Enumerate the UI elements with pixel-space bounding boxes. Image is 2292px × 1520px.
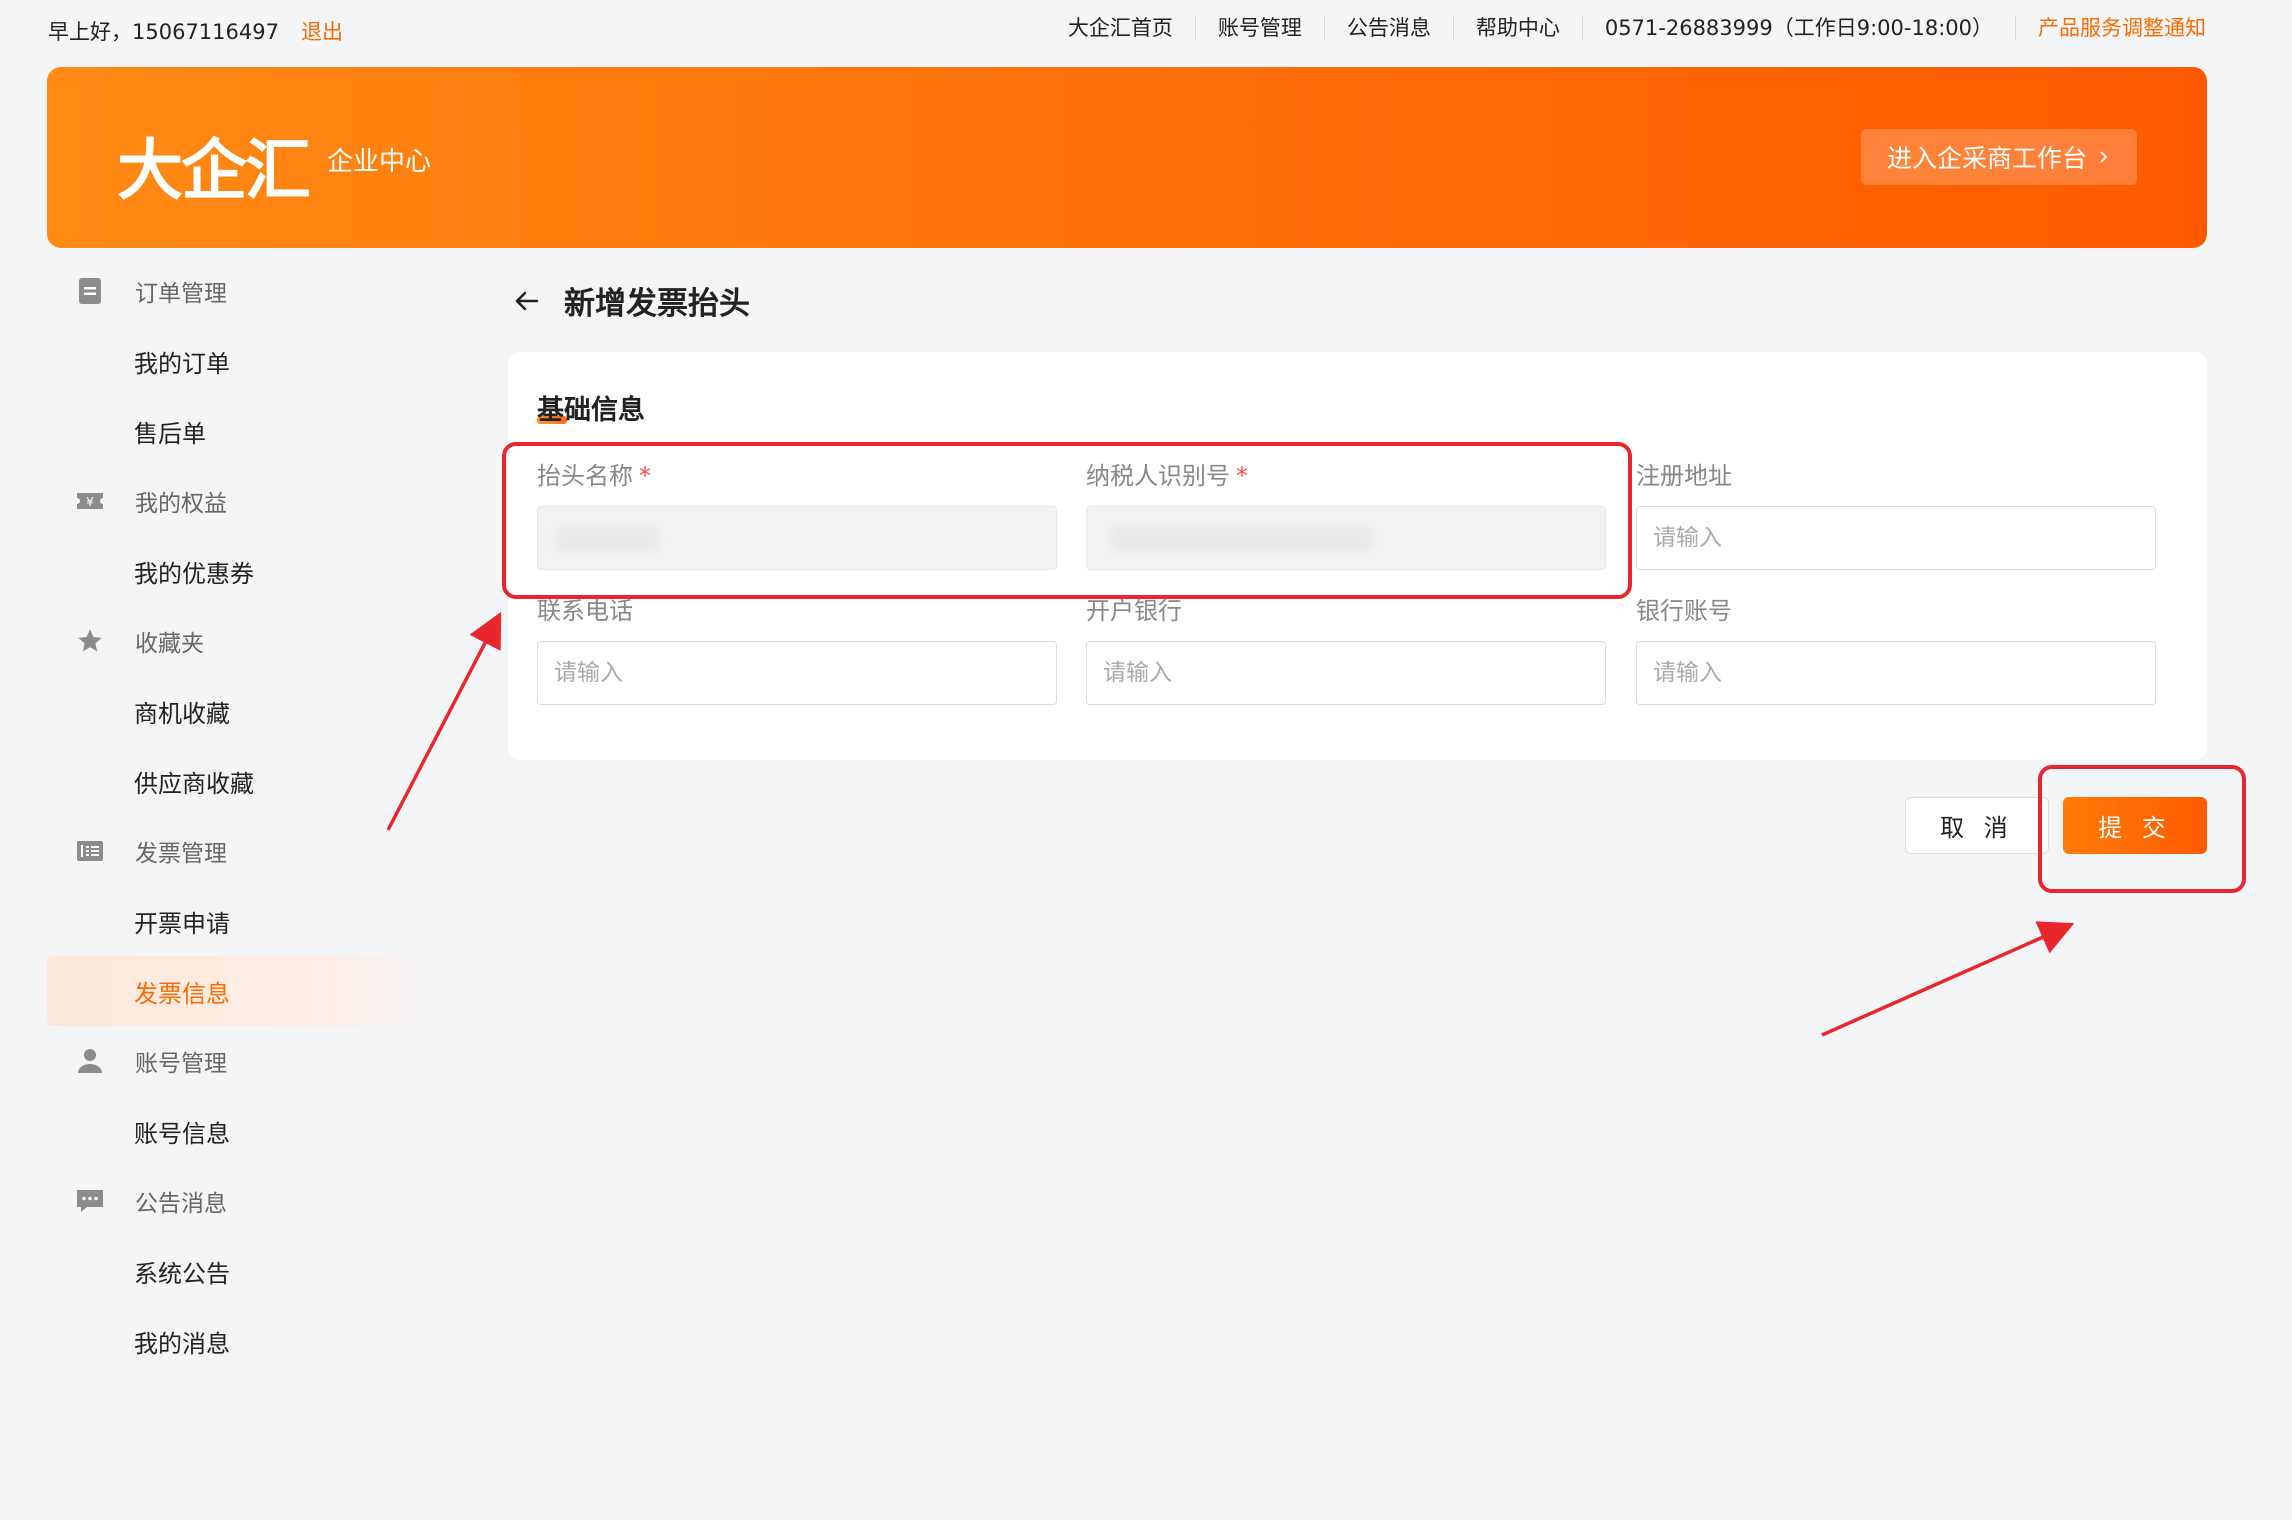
- svg-text:¥: ¥: [86, 495, 94, 509]
- sidebar-item-supplier-favorites[interactable]: 供应商收藏: [47, 746, 443, 816]
- form-card: 基础信息 抬头名称* 纳税人识别号* 注册地址 联系电话 开户银行 银行账号: [508, 352, 2207, 760]
- sidebar-group-label: 公告消息: [135, 1191, 227, 1217]
- nav-account-link[interactable]: 账号管理: [1196, 16, 1325, 40]
- field-phone: 联系电话: [537, 591, 1057, 705]
- banner-subtitle: 企业中心: [327, 147, 432, 177]
- field-title-name: 抬头名称 *: [537, 456, 1057, 570]
- field-bank-account: 银行账号: [1636, 591, 2156, 705]
- title-name-label: 抬头名称: [537, 462, 633, 490]
- field-registered-address: 注册地址: [1636, 456, 2156, 570]
- chevron-right-icon: [2100, 151, 2108, 163]
- nav-hotline: 0571-26883999（工作日9:00-18:00）: [1583, 16, 2016, 40]
- sidebar-item-account-info[interactable]: 账号信息: [47, 1096, 443, 1166]
- invoice-icon: [75, 836, 105, 866]
- section-title: 基础信息: [537, 395, 645, 426]
- bank-input[interactable]: [1086, 641, 1606, 705]
- annotation-arrow-to-submit: [1821, 921, 2075, 1037]
- top-bar: 早上好，15067116497 退出 大企汇首页 账号管理 公告消息 帮助中心 …: [0, 0, 2292, 58]
- tax-id-label: 纳税人识别号: [1086, 462, 1230, 490]
- user-icon: [75, 1046, 105, 1076]
- phone-input[interactable]: [537, 641, 1057, 705]
- sidebar-item-after-sales[interactable]: 售后单: [47, 396, 443, 466]
- greeting-area: 早上好，15067116497 退出: [48, 16, 343, 46]
- page-header: 新增发票抬头: [510, 278, 750, 323]
- required-mark: *: [1236, 462, 1248, 490]
- back-arrow-icon[interactable]: [510, 284, 544, 318]
- bank-label: 开户银行: [1086, 597, 1182, 625]
- header-banner: 大企汇 企业中心 进入企采商工作台: [47, 67, 2207, 248]
- coupon-icon: ¥: [75, 486, 105, 516]
- sidebar-group-label: 收藏夹: [135, 631, 204, 657]
- workbench-button-label: 进入企采商工作台: [1886, 144, 2087, 173]
- sidebar-item-my-messages[interactable]: 我的消息: [47, 1306, 443, 1376]
- address-input[interactable]: [1636, 506, 2156, 570]
- brand-logo[interactable]: 大企汇: [117, 117, 311, 213]
- message-icon: [75, 1186, 105, 1216]
- greeting-text: 早上好，15067116497: [48, 20, 279, 44]
- account-input[interactable]: [1636, 641, 2156, 705]
- sidebar-group-account: 账号管理: [47, 1026, 443, 1096]
- sidebar-group-label: 账号管理: [135, 1051, 227, 1077]
- top-nav: 大企汇首页 账号管理 公告消息 帮助中心 0571-26883999（工作日9:…: [1068, 16, 2206, 40]
- sidebar-item-opportunity-favorites[interactable]: 商机收藏: [47, 676, 443, 746]
- required-mark: *: [639, 462, 651, 490]
- sidebar-group-invoice: 发票管理: [47, 816, 443, 886]
- nav-service-notice-link[interactable]: 产品服务调整通知: [2016, 16, 2206, 40]
- sidebar-group-label: 我的权益: [135, 491, 227, 517]
- phone-label: 联系电话: [537, 597, 633, 625]
- enter-workbench-button[interactable]: 进入企采商工作台: [1861, 129, 2137, 185]
- page-title: 新增发票抬头: [564, 286, 750, 322]
- cancel-button[interactable]: 取 消: [1905, 797, 2049, 854]
- sidebar-group-favorites: 收藏夹: [47, 606, 443, 676]
- sidebar-item-system-announcements[interactable]: 系统公告: [47, 1236, 443, 1306]
- nav-home-link[interactable]: 大企汇首页: [1068, 16, 1196, 40]
- sidebar-item-coupons[interactable]: 我的优惠券: [47, 536, 443, 606]
- redacted-value: [1110, 526, 1374, 552]
- sidebar-item-invoice-info[interactable]: 发票信息: [47, 956, 443, 1026]
- sidebar-group-order: 订单管理: [47, 256, 443, 326]
- address-label: 注册地址: [1636, 462, 1732, 490]
- nav-announcement-link[interactable]: 公告消息: [1325, 16, 1454, 40]
- document-icon: [75, 276, 105, 306]
- field-tax-id: 纳税人识别号 *: [1086, 456, 1606, 570]
- sidebar-group-label: 订单管理: [135, 281, 227, 307]
- redacted-value: [555, 526, 659, 552]
- sidebar-group-benefits: ¥ 我的权益: [47, 466, 443, 536]
- logout-link[interactable]: 退出: [301, 16, 343, 46]
- account-label: 银行账号: [1636, 597, 1732, 625]
- sidebar: 订单管理 我的订单 售后单 ¥ 我的权益 我的优惠券 收藏夹 商机收藏 供应商收…: [47, 256, 443, 1376]
- sidebar-group-messages: 公告消息: [47, 1166, 443, 1236]
- sidebar-item-invoice-apply[interactable]: 开票申请: [47, 886, 443, 956]
- submit-button[interactable]: 提 交: [2063, 797, 2207, 854]
- field-bank: 开户银行: [1086, 591, 1606, 705]
- nav-help-link[interactable]: 帮助中心: [1454, 16, 1583, 40]
- star-icon: [75, 626, 105, 656]
- sidebar-item-my-orders[interactable]: 我的订单: [47, 326, 443, 396]
- sidebar-group-label: 发票管理: [135, 841, 227, 867]
